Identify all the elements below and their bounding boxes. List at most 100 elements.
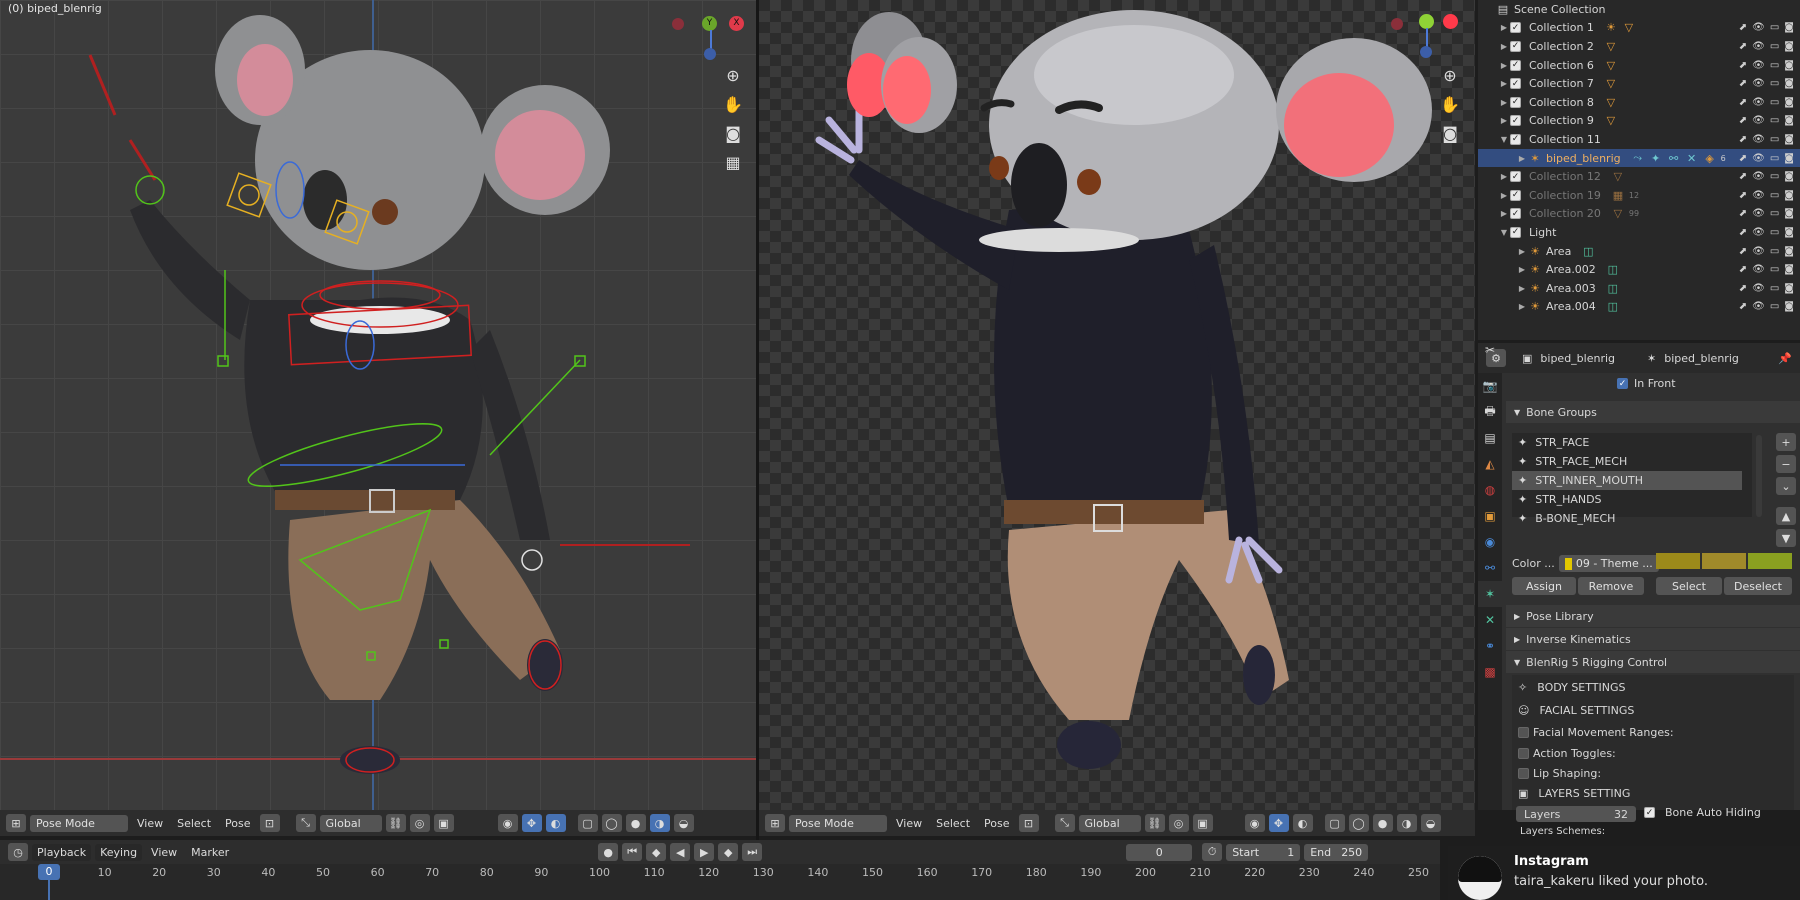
y-axis-dot[interactable]: Y [702,16,717,31]
eye-icon[interactable]: 👁 [1752,301,1765,312]
select-toggle-icon[interactable]: ⬈ [1739,227,1747,238]
menu-select[interactable]: Select [172,815,216,832]
outliner-row[interactable]: ▶ ✓ Collection 20 ▽ 99 ⬈ 👁 ▭ ◙ [1478,205,1800,224]
blenrig-header[interactable]: ▼ BlenRig 5 Rigging Control [1506,651,1800,673]
viewport-toggle-icon[interactable]: ▭ [1770,208,1779,219]
eye-icon[interactable]: 👁 [1752,78,1765,89]
color-swatches[interactable] [1656,553,1792,569]
select-color-swatch[interactable] [1702,553,1746,569]
mode-dropdown[interactable]: Pose Mode [30,814,128,832]
select-toggle-icon[interactable]: ⬈ [1739,134,1747,145]
shading-rendered-icon[interactable]: ◒ [673,814,694,832]
bone-group-item[interactable]: ✦ B-BONE_MECH [1512,509,1752,528]
remove-icon[interactable]: − [1776,455,1796,473]
play-reverse-icon[interactable]: ◀ [670,843,691,861]
expand-icon[interactable]: ▶ [1498,116,1510,125]
eye-icon[interactable]: 👁 [1752,60,1765,71]
viewport-toggle-icon[interactable]: ▭ [1770,227,1779,238]
jump-keyframe-forward-icon[interactable]: ◆ [718,843,739,861]
outliner-row[interactable]: ▶ ☀ Area.004 ◫ ⬈ 👁 ▭ ◙ [1478,298,1800,317]
eye-icon[interactable]: 👁 [1752,115,1765,126]
z-axis-dot[interactable] [704,48,716,60]
current-frame-field[interactable]: 0 [1126,843,1193,861]
in-front-checkbox[interactable]: ✓ [1617,378,1628,389]
shading-wire-icon[interactable]: ◯ [1348,814,1369,832]
remove-button[interactable]: Remove [1578,577,1644,595]
hand-pan-icon[interactable]: ✋ [720,91,746,117]
exclude-checkbox[interactable]: ✓ [1510,115,1521,127]
bone-groups-header[interactable]: ▼ Bone Groups [1506,401,1800,423]
camera-render-icon[interactable]: ◙ [1784,22,1794,33]
tool-tab-icon[interactable]: ✂ [1478,337,1502,363]
action-toggles-row[interactable]: Action Toggles: [1518,747,1616,760]
physics-tab-icon[interactable]: ◉ [1478,529,1502,555]
stopwatch-icon[interactable]: ⏱ [1202,843,1223,861]
shading-solid-icon[interactable]: ● [625,814,646,832]
eye-icon[interactable]: 👁 [1752,227,1765,238]
neg-x-dot[interactable] [1391,18,1403,30]
exclude-checkbox[interactable]: ✓ [1510,78,1521,90]
eye-icon[interactable]: 👁 [1752,41,1765,52]
camera-render-icon[interactable]: ◙ [1784,190,1794,201]
bone-constraints-tab-icon[interactable]: ⚭ [1478,633,1502,659]
instagram-notification[interactable]: Instagram taira_kakeru liked your photo. [1448,846,1800,900]
editor-type-icon[interactable]: ⊞ [765,814,785,832]
select-toggle-icon[interactable]: ⬈ [1739,41,1747,52]
select-toggle-icon[interactable]: ⬈ [1739,208,1747,219]
viewport-toggle-icon[interactable]: ▭ [1770,283,1779,294]
in-front-row[interactable]: ✓ In Front [1617,377,1676,390]
expand-icon[interactable]: ▶ [1498,172,1510,181]
viewport-toggle-icon[interactable]: ▭ [1770,97,1779,108]
select-toggle-icon[interactable]: ⬈ [1739,60,1747,71]
pivot-icon[interactable]: ⊡ [1018,814,1039,832]
eye-icon[interactable]: 👁 [1752,208,1765,219]
select-toggle-icon[interactable]: ⬈ [1739,97,1747,108]
bone-group-item[interactable]: ✦ STR_FACE [1512,433,1752,452]
orientation-icon[interactable]: ⤡ [295,814,316,832]
expand-icon[interactable]: ▶ [1498,98,1510,107]
expand-icon[interactable]: ▶ [1516,302,1528,311]
eye-icon[interactable]: 👁 [1752,97,1765,108]
visibility-icon[interactable]: ◉ [497,814,518,832]
exclude-checkbox[interactable]: ✓ [1510,59,1521,71]
proportional-icon[interactable]: ◎ [409,814,430,832]
exclude-checkbox[interactable]: ✓ [1510,133,1521,145]
layers-field[interactable]: Layers 32 [1516,806,1636,822]
outliner-row[interactable]: ▶ ☀ Area.002 ◫ ⬈ 👁 ▭ ◙ [1478,260,1800,279]
viewport-right[interactable]: ⊕ ✋ ◙ [759,0,1475,810]
specials-menu-icon[interactable]: ⌄ [1776,477,1796,495]
expand-icon[interactable]: ▶ [1498,23,1510,32]
outliner-row[interactable]: ▶ ✓ Collection 9 ▽ ⬈ 👁 ▭ ◙ [1478,112,1800,131]
exclude-checkbox[interactable]: ✓ [1510,96,1521,108]
select-toggle-icon[interactable]: ⬈ [1739,171,1747,182]
expand-icon[interactable]: ▶ [1516,284,1528,293]
select-toggle-icon[interactable]: ⬈ [1739,301,1747,312]
navigation-gizmo[interactable]: Y X [672,14,752,60]
shading-rendered-icon[interactable]: ◒ [1420,814,1441,832]
expand-icon[interactable]: ▶ [1516,154,1528,163]
collapse-icon[interactable]: ▼ [1498,228,1510,237]
orientation-dropdown[interactable]: Global [319,814,382,832]
koala-rig-figure[interactable] [0,0,756,810]
visibility-icon[interactable]: ◉ [1244,814,1265,832]
shading-wire-icon[interactable]: ◯ [601,814,622,832]
select-toggle-icon[interactable]: ⬈ [1739,264,1747,275]
overlay-icon[interactable]: ◐ [545,814,566,832]
bone-group-item-selected[interactable]: ✦ STR_INNER_MOUTH [1512,471,1742,490]
camera-render-icon[interactable]: ◙ [1784,264,1794,275]
deselect-button[interactable]: Deselect [1724,577,1792,595]
editor-type-icon[interactable]: ⊞ [6,814,26,832]
camera-render-icon[interactable]: ◙ [1784,171,1794,182]
pivot-icon[interactable]: ⊡ [259,814,280,832]
eye-icon[interactable]: 👁 [1752,264,1765,275]
start-frame-field[interactable]: Start 1 [1226,843,1301,861]
exclude-checkbox[interactable]: ✓ [1510,22,1521,34]
expand-icon[interactable]: ▶ [1498,42,1510,51]
gizmo-icon[interactable]: ✥ [521,814,542,832]
cube-icon[interactable]: ▣ [433,814,454,832]
camera-render-icon[interactable]: ◙ [1784,153,1794,164]
outliner-row[interactable]: ▶ ☀ Area ◫ ⬈ 👁 ▭ ◙ [1478,242,1800,261]
properties-panel[interactable]: ⚙ ▣ biped_blenrig ✶ biped_blenrig 📌 ✓ In… [1478,343,1800,810]
playhead-frame[interactable]: 0 [38,864,60,880]
texture-tab-icon[interactable]: ▩ [1478,659,1502,685]
